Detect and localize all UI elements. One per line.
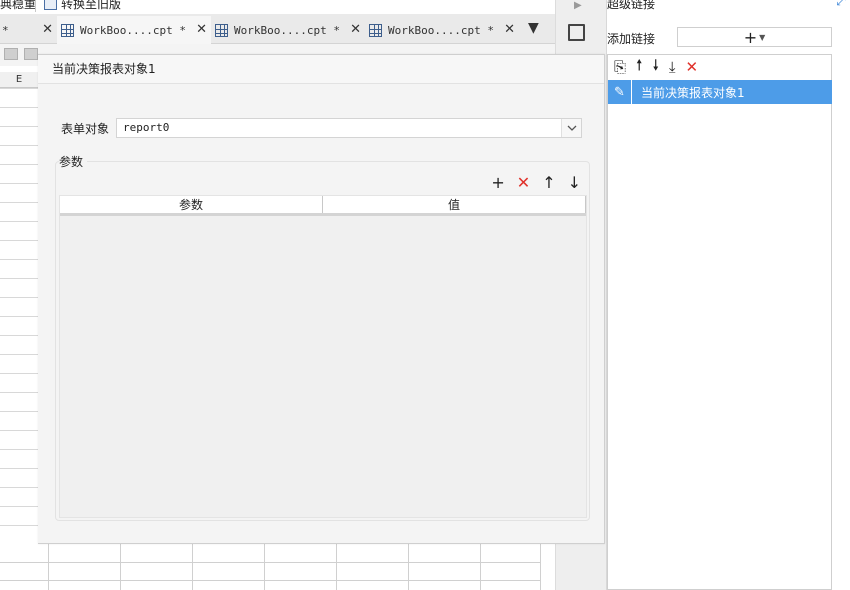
params-toolbar: + ✕ ↑ ↓ xyxy=(491,173,581,192)
delete-icon[interactable]: ✕ xyxy=(517,173,530,192)
grid-line xyxy=(0,145,38,146)
grid-line xyxy=(48,544,49,590)
tab-label: * xyxy=(2,23,9,37)
grid-line xyxy=(0,278,38,279)
grid-line xyxy=(0,411,38,412)
grid-line xyxy=(0,373,38,374)
params-group: + ✕ ↑ ↓ 参数 值 xyxy=(55,161,590,521)
grid-line xyxy=(0,562,540,563)
link-item-label: 当前决策报表对象1 xyxy=(641,85,745,100)
form-object-value: report0 xyxy=(123,121,170,134)
grid-line xyxy=(0,335,38,336)
divider xyxy=(35,0,36,12)
report-icon xyxy=(215,23,228,37)
grid-line xyxy=(0,202,38,203)
grid-line xyxy=(0,221,38,222)
grid-line xyxy=(0,354,38,355)
column-header-param[interactable]: 参数 xyxy=(60,196,323,213)
toolbar-icon[interactable] xyxy=(24,48,38,60)
grid-line xyxy=(0,126,38,127)
move-bottom-icon[interactable]: ⤓ xyxy=(669,58,676,76)
delete-icon[interactable]: ✕ xyxy=(686,58,699,76)
top-strip: 典稳重 转换至旧版 xyxy=(0,0,558,14)
link-list: ⎘ 🠕 🠗 ⤓ ✕ ✎ 当前决策报表对象1 xyxy=(607,54,832,590)
params-table: 参数 值 xyxy=(59,195,587,518)
grid-line xyxy=(480,544,481,590)
tab-label: WorkBoo....cpt * xyxy=(388,23,494,37)
grid-line xyxy=(0,392,38,393)
convert-old-label: 转换至旧版 xyxy=(61,0,122,11)
toolbar-icon[interactable] xyxy=(4,48,18,60)
app-window: 典稳重 转换至旧版 * ✕ WorkBoo....cpt * ✕ WorkBoo… xyxy=(0,0,850,590)
grid-line xyxy=(120,544,121,590)
report-icon xyxy=(61,23,74,37)
grid-line xyxy=(0,297,38,298)
form-object-label: 表单对象 xyxy=(61,122,110,136)
arrow-up-icon[interactable]: 🠕 xyxy=(636,55,642,80)
chevron-down-icon[interactable] xyxy=(561,119,581,137)
dialog-title: 当前决策报表对象1 xyxy=(38,55,604,84)
tab-bar: * ✕ WorkBoo....cpt * ✕ WorkBoo....cpt * … xyxy=(0,14,558,44)
add-link-button[interactable]: + ▼ xyxy=(677,27,832,47)
arrow-down-icon[interactable]: ↓ xyxy=(568,173,581,192)
plus-icon[interactable]: + xyxy=(491,173,504,192)
grid-line xyxy=(336,544,337,590)
document-icon xyxy=(44,0,57,10)
arrow-up-icon[interactable]: ↑ xyxy=(542,173,555,192)
tab-0[interactable]: * ✕ xyxy=(0,16,57,44)
tab-3[interactable]: WorkBoo....cpt * ✕ xyxy=(365,16,519,44)
arrow-down-icon[interactable]: 🠗 xyxy=(652,55,658,80)
hyperlink-panel-icon[interactable] xyxy=(568,24,585,41)
add-link-label: 添加链接 xyxy=(607,32,656,46)
params-table-header: 参数 值 xyxy=(60,196,586,216)
tab-label: WorkBoo....cpt * xyxy=(80,23,186,37)
close-icon[interactable]: ✕ xyxy=(504,22,515,37)
grid-line xyxy=(192,544,193,590)
tab-1[interactable]: WorkBoo....cpt * ✕ xyxy=(57,16,211,44)
panel-title: 超级链接 xyxy=(607,0,656,11)
link-settings-dialog: 当前决策报表对象1 表单对象 report0 + ✕ ↑ ↓ 参数 值 参数 xyxy=(38,54,605,544)
grid-line xyxy=(0,468,38,469)
grid-line xyxy=(0,449,38,450)
expand-icon[interactable]: ⤢ xyxy=(836,0,846,9)
tab-label: WorkBoo....cpt * xyxy=(234,23,340,37)
grid-line xyxy=(0,487,38,488)
grid-line xyxy=(0,183,38,184)
close-icon[interactable]: ✕ xyxy=(196,22,207,37)
column-header-value[interactable]: 值 xyxy=(323,196,586,213)
sheet-grid xyxy=(0,66,38,546)
grid-line xyxy=(0,88,38,89)
tab-2[interactable]: WorkBoo....cpt * ✕ xyxy=(211,16,365,44)
plus-icon: + xyxy=(743,27,758,47)
close-icon[interactable]: ✕ xyxy=(42,22,53,37)
collapse-arrow-icon[interactable]: ▶ xyxy=(574,0,582,11)
grid-line xyxy=(0,506,38,507)
grid-line xyxy=(0,240,38,241)
grid-line xyxy=(0,107,38,108)
sheet-grid-bottom xyxy=(0,544,540,590)
grid-line xyxy=(0,580,540,581)
close-icon[interactable]: ✕ xyxy=(350,22,361,37)
report-icon xyxy=(369,23,382,37)
pencil-icon[interactable]: ✎ xyxy=(608,80,632,104)
grid-line xyxy=(0,525,38,526)
form-object-select[interactable]: report0 xyxy=(116,118,582,138)
tab-menu-icon[interactable]: ▼ xyxy=(528,20,539,36)
grid-line xyxy=(0,316,38,317)
grid-line xyxy=(408,544,409,590)
grid-line xyxy=(264,544,265,590)
grid-line xyxy=(540,544,541,590)
column-header: E xyxy=(0,72,38,88)
style-label: 典稳重 xyxy=(0,0,37,11)
copy-icon[interactable]: ⎘ xyxy=(614,58,626,76)
chevron-down-icon: ▼ xyxy=(759,32,766,42)
grid-line xyxy=(0,430,38,431)
params-legend: 参数 xyxy=(59,153,88,170)
link-list-item[interactable]: ✎ 当前决策报表对象1 xyxy=(608,80,832,104)
hyperlink-panel: 超级链接 ⤢ 添加链接 + ▼ ⎘ 🠕 🠗 ⤓ ✕ ✎ 当前决策报表对象1 xyxy=(606,0,850,590)
convert-old-button[interactable]: 转换至旧版 xyxy=(44,0,121,12)
grid-line xyxy=(0,259,38,260)
link-list-toolbar: ⎘ 🠕 🠗 ⤓ ✕ xyxy=(614,56,699,77)
grid-line xyxy=(0,164,38,165)
